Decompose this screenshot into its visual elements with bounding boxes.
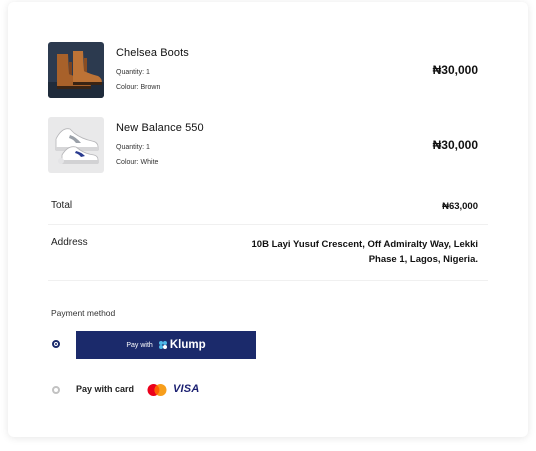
divider — [48, 280, 488, 281]
klump-logo: Klump — [158, 339, 206, 351]
visa-logo: VISA — [173, 383, 200, 395]
order-item: Chelsea Boots Quantity: 1 Colour: Brown … — [48, 42, 478, 98]
item-colour: Colour: White — [116, 159, 159, 166]
sneakers-image — [48, 117, 104, 173]
address-label: Address — [51, 237, 88, 248]
total-value: ₦63,000 — [442, 201, 478, 212]
checkout-summary-card: Chelsea Boots Quantity: 1 Colour: Brown … — [8, 2, 528, 437]
item-quantity: Quantity: 1 — [116, 69, 150, 76]
total-label: Total — [51, 200, 73, 211]
payment-method-label: Payment method — [51, 308, 116, 318]
address-value: 10B Layi Yusuf Crescent, Off Admiralty W… — [251, 239, 479, 265]
klump-radio[interactable] — [52, 340, 60, 348]
item-price: ₦30,000 — [432, 138, 478, 152]
item-price: ₦30,000 — [432, 63, 478, 77]
item-name: Chelsea Boots — [116, 47, 189, 59]
pay-with-card-label[interactable]: Pay with card — [76, 384, 134, 394]
card-radio[interactable] — [52, 386, 60, 394]
order-item: New Balance 550 Quantity: 1 Colour: Whit… — [48, 117, 478, 173]
item-quantity: Quantity: 1 — [116, 144, 150, 151]
item-details: New Balance 550 Quantity: 1 Colour: Whit… — [116, 122, 204, 170]
chelsea-boots-image — [48, 42, 104, 98]
divider — [48, 224, 488, 225]
klump-mark-icon — [158, 340, 168, 350]
pay-with-klump-button[interactable]: Pay with Klump — [76, 331, 256, 359]
item-details: Chelsea Boots Quantity: 1 Colour: Brown — [116, 47, 189, 95]
item-name: New Balance 550 — [116, 122, 204, 134]
klump-button-prefix: Pay with — [126, 341, 153, 349]
klump-brand-text: Klump — [169, 339, 206, 351]
mastercard-logo — [146, 383, 168, 397]
item-colour: Colour: Brown — [116, 84, 161, 91]
